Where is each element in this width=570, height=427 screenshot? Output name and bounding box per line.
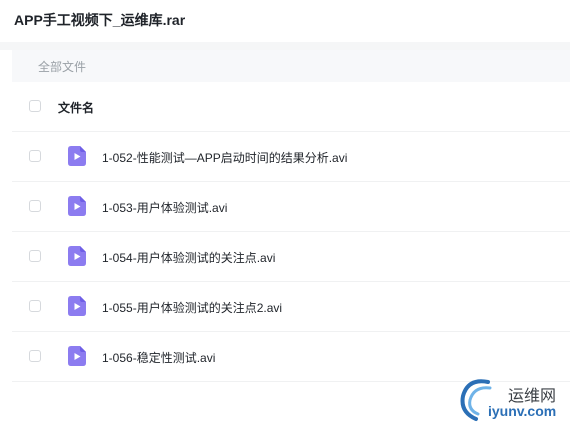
video-file-icon [68, 146, 86, 166]
file-row[interactable]: 1-052-性能测试—APP启动时间的结果分析.avi [12, 132, 570, 182]
row-checkbox[interactable] [29, 200, 41, 212]
video-file-icon [68, 296, 86, 316]
file-name[interactable]: 1-054-用户体验测试的关注点.avi [102, 249, 275, 266]
file-row[interactable]: 1-056-稳定性测试.avi [12, 332, 570, 382]
row-checkbox[interactable] [29, 350, 41, 362]
watermark-logo: 运维网 iyunv.com [458, 376, 568, 424]
video-file-icon [68, 346, 86, 366]
file-name[interactable]: 1-056-稳定性测试.avi [102, 349, 215, 366]
separator-band [0, 42, 570, 50]
video-file-icon [68, 196, 86, 216]
row-checkbox[interactable] [29, 150, 41, 162]
file-name[interactable]: 1-053-用户体验测试.avi [102, 199, 227, 216]
list-header: 文件名 [12, 82, 570, 132]
breadcrumb-all-files[interactable]: 全部文件 [38, 58, 86, 75]
row-checkbox[interactable] [29, 300, 41, 312]
file-name[interactable]: 1-052-性能测试—APP启动时间的结果分析.avi [102, 149, 347, 166]
window-title: APP手工视频下_运维库.rar [14, 12, 186, 28]
title-bar: APP手工视频下_运维库.rar [0, 0, 570, 42]
breadcrumb: 全部文件 [12, 50, 570, 82]
file-name[interactable]: 1-055-用户体验测试的关注点2.avi [102, 299, 282, 316]
watermark-domain: iyunv.com [488, 403, 557, 419]
file-row[interactable]: 1-053-用户体验测试.avi [12, 182, 570, 232]
select-all-checkbox[interactable] [29, 100, 41, 112]
video-file-icon [68, 246, 86, 266]
file-list: 文件名 1-052-性能测试—APP启动时间的结果分析.avi 1-053-用户… [12, 82, 570, 382]
row-checkbox[interactable] [29, 250, 41, 262]
file-row[interactable]: 1-054-用户体验测试的关注点.avi [12, 232, 570, 282]
file-row[interactable]: 1-055-用户体验测试的关注点2.avi [12, 282, 570, 332]
column-header-name[interactable]: 文件名 [58, 99, 94, 116]
